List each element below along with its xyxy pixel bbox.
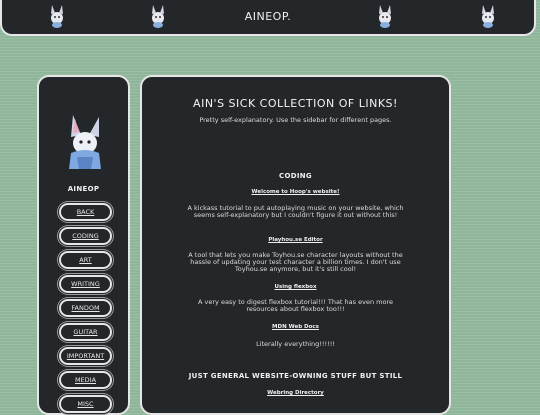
nav-label: MISC — [77, 400, 94, 408]
nav-media[interactable]: MEDIA — [59, 371, 112, 389]
main-content: AIN'S SICK COLLECTION OF LINKS! Pretty s… — [140, 75, 451, 415]
link-title[interactable]: Using flexbox — [142, 284, 449, 290]
nav-important[interactable]: IMPORTANT — [59, 347, 112, 365]
nav-label: IMPORTANT — [66, 352, 105, 360]
nav-coding[interactable]: CODING — [59, 227, 112, 245]
nav-label: BACK — [76, 208, 95, 216]
link-title[interactable]: MDN Web Docs — [142, 324, 449, 330]
nav-guitar[interactable]: GUITAR — [59, 323, 112, 341]
section-heading-coding: CODING — [279, 172, 312, 180]
nav-label: CODING — [72, 232, 99, 240]
sidebar: AINEOP BACK CODING ART WRITING FANDOM GU… — [37, 75, 130, 415]
nav-label: ART — [79, 256, 92, 264]
link-description: Literally everything!!!!!! — [256, 340, 335, 348]
nav-label: FANDOM — [71, 304, 100, 312]
sidebar-name: AINEOP — [67, 185, 100, 193]
link-description: A very easy to digest flexbox tutorial!!… — [198, 298, 393, 313]
link-description: A kickass tutorial to put autoplaying mu… — [187, 204, 404, 219]
avatar — [69, 115, 101, 169]
nav-label: WRITING — [71, 280, 100, 288]
bunny-icon — [482, 5, 494, 28]
nav-writing[interactable]: WRITING — [59, 275, 112, 293]
link-title[interactable]: Welcome to Hoop's website! — [142, 189, 449, 195]
nav-art[interactable]: ART — [59, 251, 112, 269]
link-title[interactable]: Playhou.se Editor — [142, 237, 449, 243]
page-title: AIN'S SICK COLLECTION OF LINKS! — [193, 97, 398, 110]
nav-label: GUITAR — [73, 328, 98, 336]
bunny-icon — [379, 5, 391, 28]
site-title: AINEOP. — [244, 10, 292, 23]
nav-label: MEDIA — [74, 376, 97, 384]
header-bar: AINEOP. — [0, 0, 536, 36]
nav-fandom[interactable]: FANDOM — [59, 299, 112, 317]
link-title[interactable]: Webring Directory — [142, 390, 449, 396]
link-description: A tool that lets you make Toyhou.se char… — [188, 251, 403, 273]
section-heading-general: JUST GENERAL WEBSITE-OWNING STUFF BUT ST… — [188, 372, 403, 380]
page-subtitle: Pretty self-explanatory. Use the sidebar… — [199, 116, 392, 124]
nav-back[interactable]: BACK — [59, 203, 112, 221]
nav-misc[interactable]: MISC — [59, 395, 112, 413]
